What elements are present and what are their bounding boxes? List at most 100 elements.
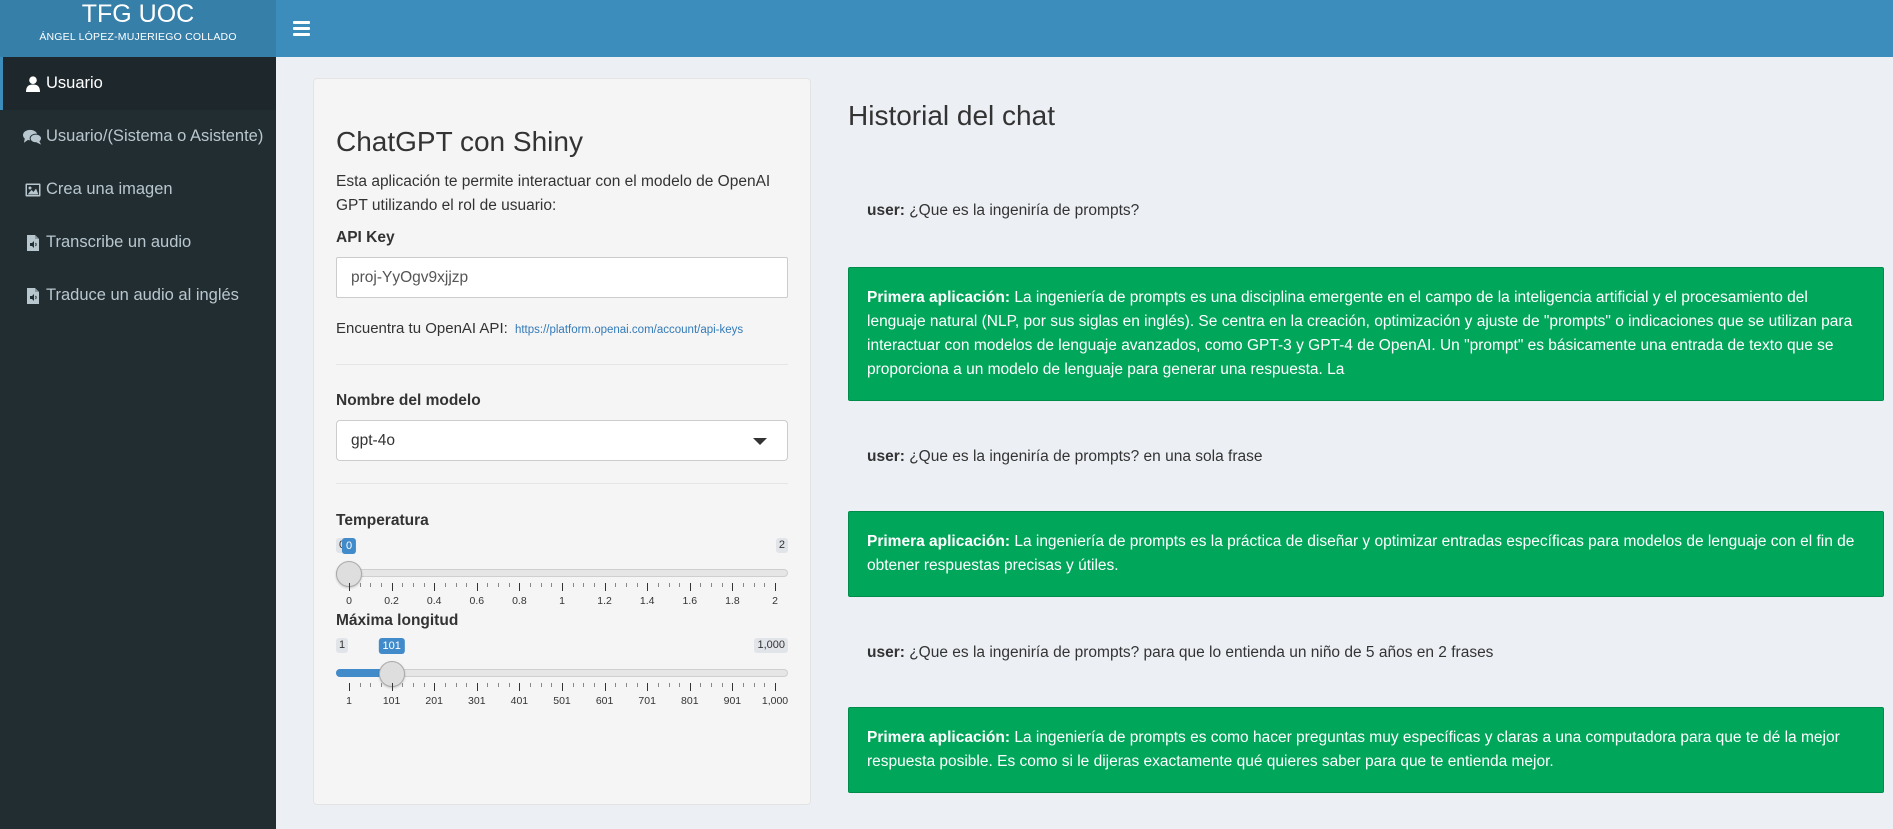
slider-tick <box>519 683 521 691</box>
hamburger-icon[interactable] <box>293 18 310 38</box>
slider-minor-tick <box>636 583 638 587</box>
model-select[interactable]: gpt-4o <box>336 420 788 461</box>
sidebar-item-label: Usuario <box>46 74 103 92</box>
sidebar-item-transcribe-audio[interactable]: Transcribe un audio <box>0 216 276 269</box>
slider-track[interactable] <box>336 569 788 577</box>
sidebar-item-usuario-sistema[interactable]: Usuario/(Sistema o Asistente) <box>0 110 276 163</box>
sidebar-item-traduce-audio[interactable]: Traduce un audio al inglés <box>0 269 276 322</box>
chat-message-assistant: Primera aplicación: La ingeniería de pro… <box>848 511 1884 597</box>
slider-minor-tick <box>679 583 681 587</box>
slider-tick <box>689 683 691 691</box>
input-panel: ChatGPT con Shiny Esta aplicación te per… <box>313 78 811 805</box>
slider-minor-tick <box>423 683 425 687</box>
slider-minor-tick <box>615 683 617 687</box>
slider-minor-tick <box>625 583 627 587</box>
chat-message-user: user: ¿Que es la ingeniría de prompts? <box>867 202 1139 220</box>
slider-tick-label: 1.2 <box>597 595 612 607</box>
slider-minor-tick <box>753 683 755 687</box>
slider-minor-tick <box>487 683 489 687</box>
slider-tick-label: 601 <box>595 695 614 707</box>
slider-minor-tick <box>711 683 713 687</box>
slider-tick-label: 201 <box>425 695 443 707</box>
slider-tick-label: 301 <box>468 695 486 707</box>
max-length-slider[interactable]: 1 1,000 101 1 101 201 301 401 501 601 701 801 901… <box>336 638 788 718</box>
top-navbar <box>276 0 1893 57</box>
slider-minor-tick <box>423 583 425 587</box>
message-role: user: <box>867 644 905 661</box>
panel-title: ChatGPT con Shiny <box>336 126 583 157</box>
slider-tick <box>775 683 776 691</box>
slider-tick-label: 0.8 <box>512 595 527 607</box>
temperature-slider[interactable]: 0 2 0 00.20.40.60.811.21.41.61.82 <box>336 538 788 618</box>
slider-minor-tick <box>370 583 372 587</box>
slider-tick-label: 1.6 <box>682 595 698 607</box>
api-key-input[interactable] <box>336 257 788 298</box>
slider-minor-tick <box>625 683 627 687</box>
image-icon <box>23 181 42 199</box>
slider-minor-tick <box>636 683 638 687</box>
sidebar-item-label: Usuario/(Sistema o Asistente) <box>46 127 264 145</box>
slider-tick <box>562 583 563 591</box>
temperature-label: Temperatura <box>336 512 429 529</box>
slider-tick-label: 0.4 <box>426 595 442 607</box>
slider-tick <box>689 583 691 591</box>
slider-minor-tick <box>370 683 372 687</box>
slider-tick <box>434 583 436 591</box>
slider-tick-label: 1.4 <box>639 595 655 607</box>
chat-message-assistant: Primera aplicación: La ingeniería de pro… <box>848 267 1884 401</box>
slider-tick <box>391 583 393 591</box>
api-keys-link[interactable]: https://platform.openai.com/account/api-… <box>515 324 743 336</box>
panel-description: Esta aplicación te permite interactuar c… <box>336 173 771 214</box>
message-role: user: <box>867 448 905 465</box>
message-role: user: <box>867 202 905 219</box>
slider-tick <box>732 683 734 691</box>
chat-message-user: user: ¿Que es la ingeniría de prompts? p… <box>867 644 1493 662</box>
sidebar-item-crea-imagen[interactable]: Crea una imagen <box>0 163 276 216</box>
slider-minor-tick <box>455 683 457 687</box>
slider-minor-tick <box>583 683 585 687</box>
slider-max-label: 1,000 <box>754 638 788 653</box>
slider-minor-tick <box>412 683 414 687</box>
message-text: La ingeniería de prompts es la práctica … <box>867 533 1855 574</box>
slider-minor-tick <box>593 583 595 587</box>
slider-tick-label: 101 <box>382 695 401 707</box>
slider-tick <box>647 683 649 691</box>
slider-minor-tick <box>743 683 745 687</box>
comments-icon <box>23 128 42 146</box>
file-audio-icon <box>23 234 42 252</box>
slider-minor-tick <box>466 583 468 587</box>
slider-tick <box>476 683 478 691</box>
slider-minor-tick <box>380 683 382 687</box>
slider-minor-tick <box>700 683 702 687</box>
slider-minor-tick <box>444 683 446 687</box>
api-key-label: API Key <box>336 229 395 246</box>
slider-tick <box>349 583 350 591</box>
slider-minor-tick <box>572 583 574 587</box>
main-content: ChatGPT con Shiny Esta aplicación te per… <box>276 57 1893 829</box>
slider-tick-label: 0.2 <box>384 595 399 607</box>
slider-tick <box>519 583 521 591</box>
slider-min-label: 1 <box>336 638 349 653</box>
app-logo[interactable]: TFG UOC ÁNGEL LÓPEZ-MUJERIEGO COLLADO <box>0 0 276 57</box>
slider-minor-tick <box>380 583 382 587</box>
message-text: ¿Que es la ingeniría de prompts? para qu… <box>904 644 1494 661</box>
message-text: ¿Que es la ingeniría de prompts? <box>904 202 1140 219</box>
message-role: Primera aplicación: <box>867 533 1011 550</box>
slider-minor-tick <box>498 583 500 587</box>
slider-tick <box>732 583 734 591</box>
sidebar-item-label: Transcribe un audio <box>46 233 192 251</box>
slider-tick-label: 401 <box>510 695 529 707</box>
slider-minor-tick <box>455 583 457 587</box>
slider-value-label: 101 <box>378 638 405 654</box>
slider-minor-tick <box>593 683 595 687</box>
message-role: Primera aplicación: <box>867 729 1011 746</box>
slider-tick <box>775 583 776 591</box>
slider-minor-tick <box>743 583 745 587</box>
slider-minor-tick <box>508 583 510 587</box>
max-length-label: Máxima longitud <box>336 612 459 629</box>
slider-minor-tick <box>679 683 681 687</box>
sidebar-item-usuario[interactable]: Usuario <box>0 57 276 110</box>
slider-minor-tick <box>359 583 361 587</box>
slider-minor-tick <box>572 683 574 687</box>
slider-minor-tick <box>583 583 585 587</box>
